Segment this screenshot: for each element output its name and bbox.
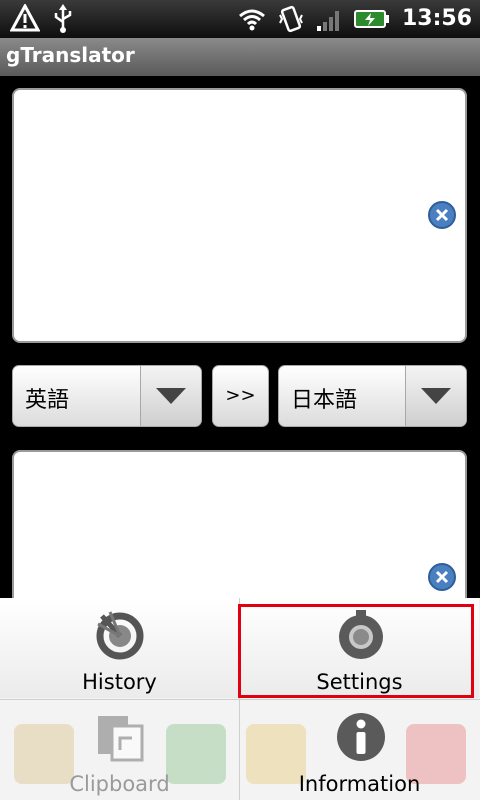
dropdown-arrow-icon [156,388,186,404]
translate-direction-button[interactable]: >> [212,365,269,427]
usb-icon [54,4,72,33]
battery-charging-icon [353,10,389,28]
source-text-input[interactable] [12,88,467,343]
target-language-label: 日本語 [291,388,358,413]
source-language-spinner[interactable]: 英語 [12,365,202,427]
warning-icon [10,4,40,32]
app-title: gTranslator [6,43,135,67]
status-bar: 13:56 [0,0,480,38]
dropdown-arrow-icon [421,388,451,404]
clear-target-button[interactable] [428,563,456,591]
settings-highlight-box [238,604,474,698]
app-title-bar: gTranslator [0,38,480,76]
menu-item-clipboard: Clipboard [0,700,239,800]
signal-icon [316,11,339,31]
clipboard-icon [98,716,144,762]
menu-item-information[interactable]: Information [240,700,479,800]
close-icon [435,208,449,222]
source-language-label: 英語 [25,388,70,413]
info-icon [337,713,385,761]
menu-item-clipboard-label: Clipboard [69,772,170,796]
close-icon [435,570,449,584]
history-icon [96,611,144,660]
status-clock: 13:56 [401,6,472,31]
clear-source-button[interactable] [428,201,456,229]
target-language-spinner[interactable]: 日本語 [278,365,467,427]
wifi-icon [239,9,265,31]
target-language-dropdown[interactable] [405,366,466,426]
menu-item-history-label: History [82,670,157,694]
menu-item-history[interactable]: History [0,598,239,698]
menu-item-information-label: Information [298,772,421,796]
vibrate-icon [279,5,303,33]
source-language-dropdown[interactable] [140,366,201,426]
menu-divider-horizontal [0,699,480,700]
